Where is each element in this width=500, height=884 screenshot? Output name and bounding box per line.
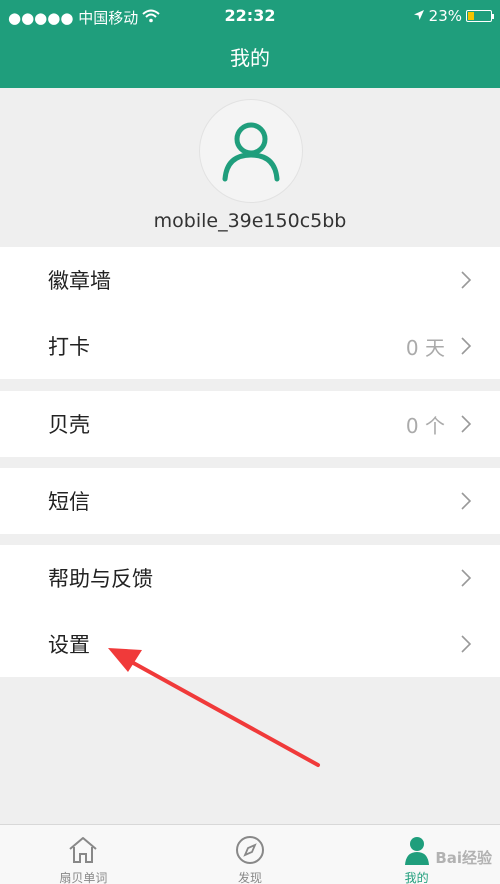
user-icon [222,122,280,182]
menu-item-label: 设置 [48,633,90,657]
location-arrow-icon [413,7,425,25]
battery-percent: 23% [428,7,462,25]
home-icon [69,837,97,863]
menu-item-shells[interactable]: 贝壳 0 个 [0,391,500,457]
shells-count-value: 0 个 [405,413,445,438]
menu-item-label: 打卡 [48,335,90,359]
menu-item-label: 短信 [48,490,90,514]
chevron-right-icon [461,271,472,289]
menu-group-2: 贝壳 0 个 [0,391,500,457]
menu-item-checkin[interactable]: 打卡 0 天 [0,313,500,379]
status-right: 23% [413,7,494,25]
battery-icon [466,10,494,22]
menu-group-4: 帮助与反馈 设置 [0,545,500,677]
menu-item-sms[interactable]: 短信 [0,468,500,534]
tab-label: 扇贝单词 [59,871,108,884]
chevron-right-icon [461,415,472,433]
chevron-right-icon [461,635,472,653]
checkin-days-value: 0 天 [405,335,445,360]
user-icon [404,837,429,865]
page-title: 我的 [230,46,270,70]
tab-me[interactable]: 我的 Bai经验 [333,825,500,884]
tab-words[interactable]: 扇贝单词 [0,825,167,884]
profile-header: mobile_39e150c5bb [0,88,500,246]
menu-item-help-feedback[interactable]: 帮助与反馈 [0,545,500,611]
menu-group-3: 短信 [0,468,500,534]
status-bar: ●●●●● 中国移动 22:32 23% [0,0,500,33]
chevron-right-icon [461,569,472,587]
tab-bar: 扇贝单词 发现 我的 Bai经验 [0,824,500,884]
username: mobile_39e150c5bb [153,210,347,232]
menu-item-label: 徽章墙 [48,269,111,293]
menu-item-badge-wall[interactable]: 徽章墙 [0,247,500,313]
menu-item-label: 帮助与反馈 [48,567,153,591]
chevron-right-icon [461,337,472,355]
nav-bar: 我的 [0,33,500,88]
menu-item-label: 贝壳 [48,413,90,437]
avatar[interactable] [199,99,303,203]
tab-label: 我的 [404,871,429,884]
chevron-right-icon [461,492,472,510]
menu-group-1: 徽章墙 打卡 0 天 [0,247,500,379]
tab-label: 发现 [238,871,263,884]
compass-icon [236,836,264,864]
watermark-logo: Bai经验 [435,849,493,867]
tab-discover[interactable]: 发现 [167,825,334,884]
menu-item-settings[interactable]: 设置 [0,611,500,677]
